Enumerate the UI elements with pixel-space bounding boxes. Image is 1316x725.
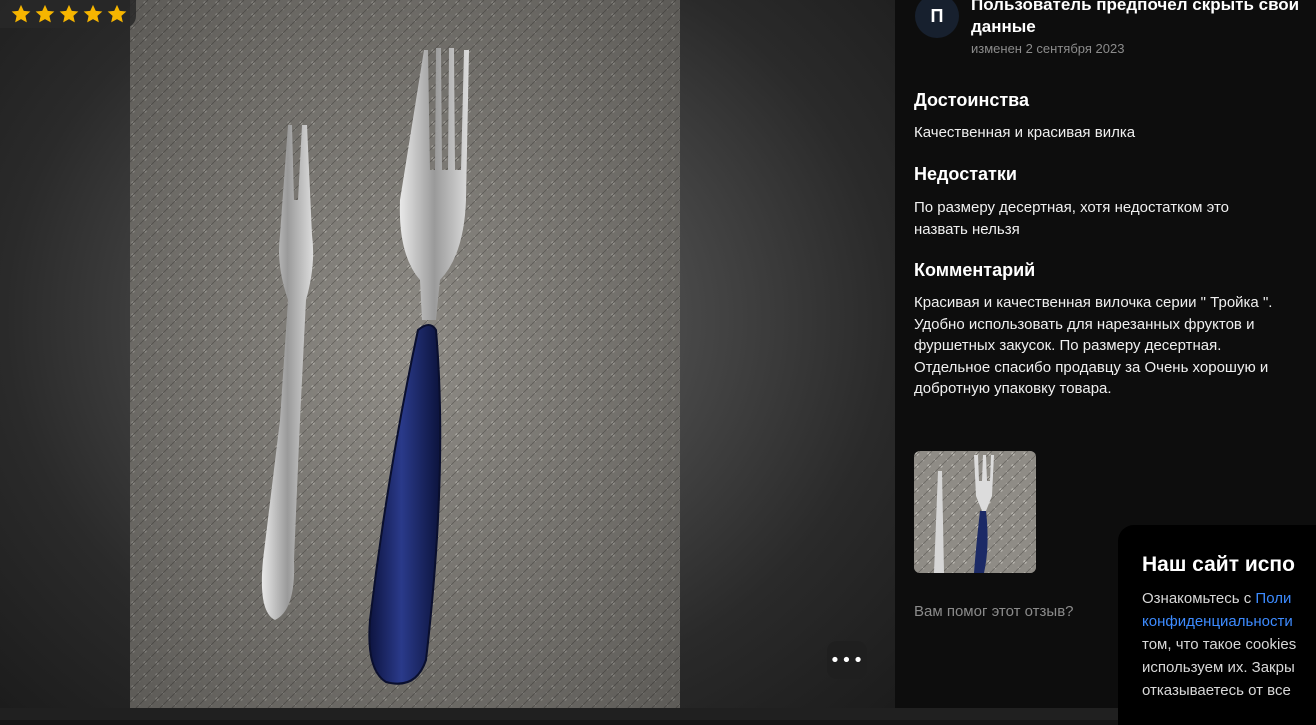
comment-text: Красивая и качественная вилочка серии " …	[914, 294, 1273, 397]
cookie-banner: Наш сайт испо Ознакомьтесь с Поли конфид…	[1118, 525, 1316, 725]
star-rating	[0, 0, 136, 28]
review-photo	[130, 0, 680, 708]
cookie-title: Наш сайт испо	[1142, 553, 1295, 576]
pros-text: Качественная и красивая вилка	[914, 124, 1136, 141]
photo-viewer: •••	[0, 0, 895, 708]
cons-title: Недостатки	[914, 164, 1017, 184]
cookie-text-1: Ознакомьтесь с	[1142, 590, 1256, 607]
star-icon	[83, 4, 103, 23]
privacy-policy-link[interactable]: Поли	[1255, 590, 1291, 607]
privacy-policy-link-cont[interactable]: конфиденциальности	[1142, 613, 1293, 630]
cookie-text: Ознакомьтесь с Поли конфиденциальности т…	[1142, 587, 1316, 702]
photo-thumbnail[interactable]	[914, 451, 1036, 573]
cons-text: По размеру десертная, хотя недостатком э…	[914, 199, 1229, 238]
pros-title: Достоинства	[914, 90, 1029, 110]
helpful-question: Вам помог этот отзыв?	[914, 603, 1074, 620]
cookie-text-3: используем их. Закры	[1142, 659, 1295, 676]
cookie-text-2: том, что такое cookies	[1142, 636, 1297, 653]
star-icon	[107, 4, 127, 23]
author-name: Пользователь предпочел скрыть свои данны…	[971, 0, 1300, 36]
more-icon[interactable]: •••	[827, 641, 867, 679]
star-icon	[35, 4, 55, 23]
star-icon	[59, 4, 79, 23]
edited-date: изменен 2 сентября 2023	[971, 41, 1125, 56]
avatar: П	[915, 0, 959, 38]
star-icon	[11, 4, 31, 23]
cookie-text-4: отказываетесь от все	[1142, 682, 1291, 699]
comment-title: Комментарий	[914, 260, 1036, 280]
